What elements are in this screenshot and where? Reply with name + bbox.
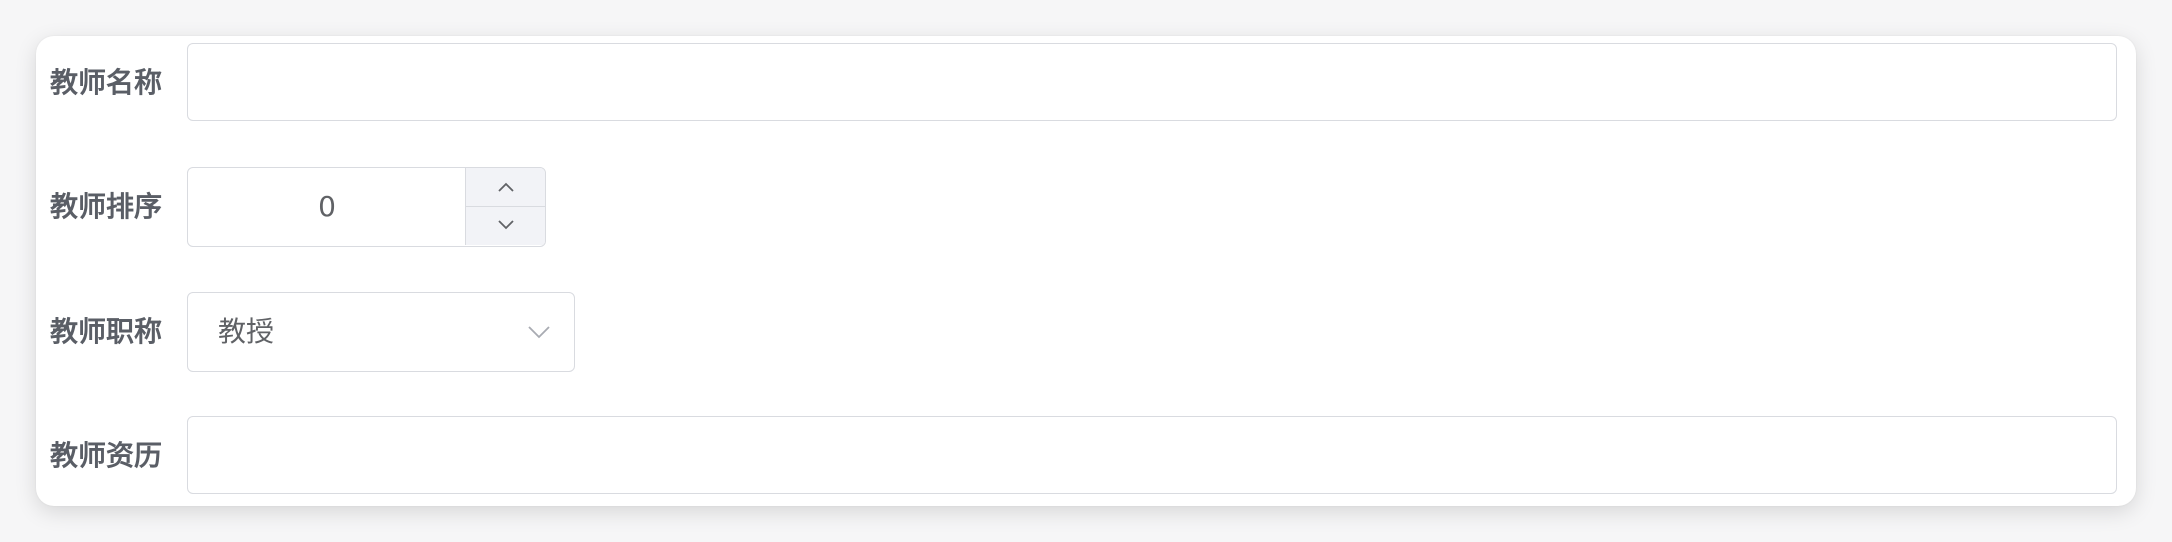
teacher-title-select[interactable]: 教授 xyxy=(187,292,575,372)
form-row-teacher-name: 教师名称 xyxy=(36,43,2136,123)
chevron-down-icon xyxy=(528,326,550,339)
teacher-bio-label: 教师资历 xyxy=(50,439,163,472)
page: 教师名称 教师排序 0 教师职称 教授 教师资历 xyxy=(0,0,2172,542)
decrease-button[interactable] xyxy=(466,206,545,244)
increase-button[interactable] xyxy=(466,168,545,207)
form-row-teacher-bio: 教师资历 xyxy=(36,416,2136,496)
form-row-teacher-title: 教师职称 教授 xyxy=(36,292,2136,372)
teacher-bio-input[interactable] xyxy=(187,416,2117,494)
teacher-order-input[interactable]: 0 xyxy=(188,168,466,245)
stepper-controls xyxy=(465,168,545,245)
teacher-order-stepper: 0 xyxy=(187,167,546,247)
chevron-down-icon xyxy=(498,220,514,230)
chevron-up-icon xyxy=(498,182,514,192)
teacher-title-selected-value: 教授 xyxy=(218,315,275,348)
teacher-name-input[interactable] xyxy=(187,43,2117,121)
teacher-title-label: 教师职称 xyxy=(50,315,163,348)
form-row-teacher-order: 教师排序 0 xyxy=(36,167,2136,247)
teacher-name-label: 教师名称 xyxy=(50,66,163,99)
teacher-order-label: 教师排序 xyxy=(50,190,163,223)
teacher-form-card: 教师名称 教师排序 0 教师职称 教授 教师资历 xyxy=(36,36,2136,506)
